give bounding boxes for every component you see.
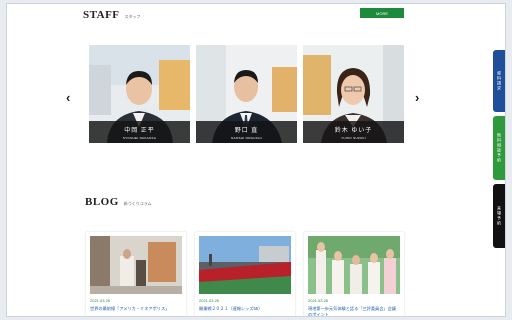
carousel-next-arrow-icon[interactable]: ›: [415, 90, 419, 105]
staff-title-en: STAFF: [83, 9, 120, 21]
blog-card[interactable]: 2021.03.26 開業戦２０２１（速報レッズ55）: [195, 232, 295, 316]
staff-title-jp: スタッフ: [124, 14, 141, 19]
staff-more-button[interactable]: MORE: [360, 8, 404, 18]
blog-section-title: BLOG 新づくりコラム: [85, 196, 152, 208]
staff-name-romaji: SYOUHEI NAKAOKA: [122, 136, 157, 140]
side-tab-document-request[interactable]: 資料請求: [493, 50, 505, 112]
staff-name: 中岡 正平: [124, 128, 155, 134]
blog-title-jp: 新づくりコラム: [123, 201, 152, 206]
blog-title-en: BLOG: [85, 196, 119, 208]
blog-date: 2021.03.26: [308, 298, 329, 303]
staff-name-band: 野口 直 NAOSHI NOGUCHI: [196, 121, 297, 143]
side-tab-consultation[interactable]: 無料相談予約: [493, 116, 505, 180]
staff-card[interactable]: 野口 直 NAOSHI NOGUCHI: [196, 45, 297, 143]
staff-card[interactable]: 中岡 正平 SYOUHEI NAKAOKA: [89, 45, 190, 143]
blog-post-title[interactable]: 現地第一歩元気体験と話る「三評委員会」会議のポイント: [308, 306, 400, 316]
blog-card[interactable]: 2021.03.26 現地第一歩元気体験と話る「三評委員会」会議のポイント: [304, 232, 404, 316]
staff-section-title: STAFF スタッフ: [83, 9, 141, 21]
blog-thumbnail: [199, 236, 291, 294]
blog-date: 2021.03.26: [90, 298, 111, 303]
staff-name: 野口 直: [234, 128, 259, 134]
side-tab-visit-reservation[interactable]: 来場予約: [493, 184, 505, 248]
staff-name: 鈴木 ゆい子: [334, 128, 373, 134]
page-frame: STAFF スタッフ MORE ‹ › 中岡 正平 SYOUHEI NAKAOK…: [6, 3, 506, 317]
blog-thumbnail: [90, 236, 182, 294]
carousel-prev-arrow-icon[interactable]: ‹: [66, 90, 70, 105]
blog-date: 2021.03.26: [199, 298, 220, 303]
blog-post-title[interactable]: 開業戦２０２１（速報レッズ55）: [199, 306, 291, 312]
blog-card[interactable]: 2021.03.26 世界の最前線「アメリカ・ミネアポリス」: [86, 232, 186, 316]
staff-card[interactable]: 鈴木 ゆい子 YUIKO SUZUKI: [303, 45, 404, 143]
staff-name-romaji: NAOSHI NOGUCHI: [231, 136, 262, 140]
blog-thumbnail: [308, 236, 400, 294]
blog-post-title[interactable]: 世界の最前線「アメリカ・ミネアポリス」: [90, 306, 182, 312]
staff-name-romaji: YUIKO SUZUKI: [341, 136, 366, 140]
staff-name-band: 中岡 正平 SYOUHEI NAKAOKA: [89, 121, 190, 143]
staff-name-band: 鈴木 ゆい子 YUIKO SUZUKI: [303, 121, 404, 143]
